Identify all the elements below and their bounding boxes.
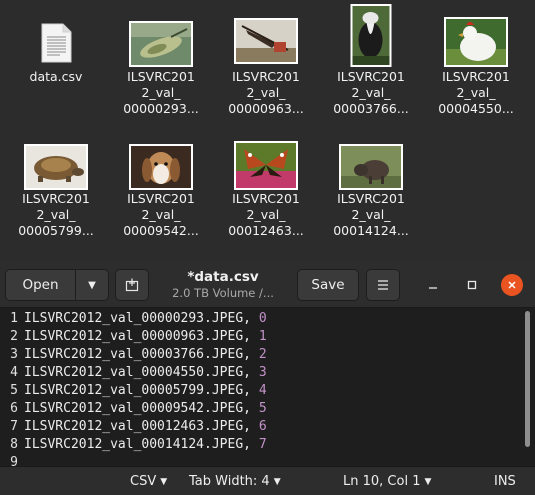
file-name: data.csv (29, 69, 83, 84)
line-text: ILSVRC2012_val_00004550.JPEG, (24, 365, 259, 380)
boar-thumbnail (339, 144, 403, 190)
open-dropdown-button[interactable]: ▼ (76, 270, 108, 300)
cursor-position-selector[interactable]: Ln 10, Col 1 ▼ (343, 474, 431, 490)
line-value: 1 (258, 329, 267, 344)
text-line: 2 ILSVRC2012_val_00000963.JPEG, 1 (0, 328, 267, 346)
text-line: 1 ILSVRC2012_val_00000293.JPEG, 0 (0, 310, 267, 328)
window-subtitle: 2.0 TB Volume /... (172, 286, 274, 300)
minimize-icon (429, 287, 437, 289)
new-document-icon (125, 278, 139, 292)
window-title-area: *data.csv 2.0 TB Volume /... (150, 269, 296, 301)
new-tab-button[interactable] (115, 269, 149, 301)
file-name: ILSVRC201 2_val_ 00009542... (123, 191, 199, 238)
insert-mode-indicator[interactable]: INS (494, 474, 516, 490)
open-button[interactable]: Open (6, 270, 76, 300)
skunk-thumbnail (350, 4, 392, 67)
chevron-down-icon: ▼ (424, 477, 432, 487)
tab-width-label: Tab Width: 4 (189, 474, 270, 489)
hamburger-menu-icon (378, 280, 388, 290)
maximize-button[interactable] (460, 273, 484, 297)
text-line: 5 ILSVRC2012_val_00005799.JPEG, 4 (0, 382, 267, 400)
line-value: 0 (258, 311, 267, 326)
line-text: ILSVRC2012_val_00009542.JPEG, (24, 401, 259, 416)
text-line: 7 ILSVRC2012_val_00012463.JPEG, 6 (0, 418, 267, 436)
close-button[interactable] (501, 274, 523, 296)
beagle-thumbnail (129, 144, 193, 190)
line-number: 6 (10, 401, 18, 416)
line-text: ILSVRC2012_val_00000293.JPEG, (24, 311, 259, 326)
close-icon (508, 281, 516, 289)
vertical-scrollbar[interactable] (525, 311, 530, 447)
menu-button[interactable] (366, 269, 400, 301)
line-value: 7 (258, 437, 267, 452)
line-text: ILSVRC2012_val_00005799.JPEG, (24, 383, 259, 398)
file-name: ILSVRC201 2_val_ 00005799... (18, 191, 94, 238)
window-title: *data.csv (187, 269, 259, 285)
line-text: ILSVRC2012_val_00014124.JPEG, (24, 437, 259, 452)
line-text: ILSVRC2012_val_00012463.JPEG, (24, 419, 259, 434)
chevron-down-icon: ▼ (88, 279, 96, 291)
line-text: ILSVRC2012_val_00000963.JPEG, (24, 329, 259, 344)
minimize-button[interactable] (421, 273, 445, 297)
rooster-thumbnail (444, 17, 508, 67)
text-line: 3 ILSVRC2012_val_00003766.JPEG, 2 (0, 346, 267, 364)
line-number: 4 (10, 365, 18, 380)
file-name: ILSVRC201 2_val_ 00014124... (333, 191, 409, 238)
language-label: CSV (130, 474, 157, 489)
line-value: 5 (258, 401, 267, 416)
line-value: 6 (258, 419, 267, 434)
chevron-down-icon: ▼ (160, 477, 168, 487)
file-grid: data.csv ILSVRC201 2_val_ 00000293... IL… (0, 0, 535, 262)
chevron-down-icon: ▼ (273, 477, 281, 487)
file-name: ILSVRC201 2_val_ 00000963... (228, 69, 304, 116)
tab-width-selector[interactable]: Tab Width: 4 ▼ (189, 474, 281, 490)
text-line: 4 ILSVRC2012_val_00004550.JPEG, 3 (0, 364, 267, 382)
header-bar: Open ▼ *data.csv 2.0 TB Volume /... Save (0, 262, 535, 308)
line-text: ILSVRC2012_val_00003766.JPEG, (24, 347, 259, 362)
file-name: ILSVRC201 2_val_ 00003766... (333, 69, 409, 116)
line-number: 8 (10, 437, 18, 452)
line-value: 4 (258, 383, 267, 398)
line-number: 2 (10, 329, 18, 344)
line-number: 3 (10, 347, 18, 362)
file-name: ILSVRC201 2_val_ 00004550... (438, 69, 514, 116)
open-button-group: Open ▼ (5, 269, 109, 301)
cursor-position-label: Ln 10, Col 1 (343, 474, 421, 489)
line-number: 7 (10, 419, 18, 434)
text-view[interactable]: 1 ILSVRC2012_val_00000293.JPEG, 0 2 ILSVRC… (0, 309, 535, 470)
tortoise-thumbnail (24, 144, 88, 190)
line-value: 2 (258, 347, 267, 362)
line-number: 5 (10, 383, 18, 398)
file-name: ILSVRC201 2_val_ 00000293... (123, 69, 199, 116)
butterfly-thumbnail (234, 141, 298, 190)
save-button[interactable]: Save (297, 269, 359, 301)
language-selector[interactable]: CSV ▼ (130, 474, 167, 490)
text-line: 8 ILSVRC2012_val_00014124.JPEG, 7 (0, 436, 267, 454)
maximize-icon (467, 280, 477, 290)
text-editor-window: Open ▼ *data.csv 2.0 TB Volume /... Save (0, 262, 535, 495)
text-line: 6 ILSVRC2012_val_00009542.JPEG, 5 (0, 400, 267, 418)
line-number: 1 (10, 311, 18, 326)
status-bar: CSV ▼ Tab Width: 4 ▼ Ln 10, Col 1 ▼ INS (0, 466, 535, 495)
crane-thumbnail (234, 18, 298, 64)
line-value: 3 (258, 365, 267, 380)
text-document-icon (41, 23, 72, 63)
file-name: ILSVRC201 2_val_ 00012463... (228, 191, 304, 238)
lizard-thumbnail (129, 21, 193, 67)
